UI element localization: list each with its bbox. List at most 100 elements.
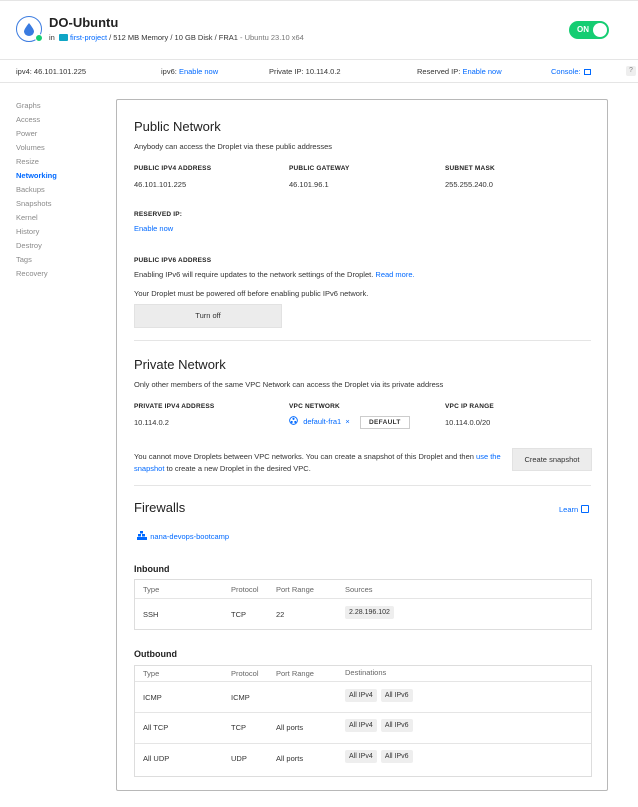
reserved-ip-label: Reserved IP:	[417, 67, 461, 76]
destination-tag: All IPv4	[345, 750, 377, 763]
public-gateway-value: 46.101.96.1	[289, 180, 329, 189]
power-toggle-label: ON	[577, 25, 589, 34]
private-network-description: Only other members of the same VPC Netwo…	[134, 380, 444, 389]
private-ipv4-value: 10.114.0.2	[134, 418, 169, 427]
firewall-icon	[137, 531, 147, 540]
divider	[134, 485, 591, 486]
sidebar-item-power[interactable]: Power	[16, 127, 57, 141]
sidebar-item-recovery[interactable]: Recovery	[16, 267, 57, 281]
vpc-remove-icon[interactable]: ×	[345, 417, 349, 426]
sidebar-item-graphs[interactable]: Graphs	[16, 99, 57, 113]
rule-port-range: All ports	[276, 754, 304, 763]
top-border	[0, 0, 638, 1]
public-ipv6-caption: PUBLIC IPV6 ADDRESS	[134, 257, 212, 264]
sidebar-item-resize[interactable]: Resize	[16, 155, 57, 169]
sidebar-nav: Graphs Access Power Volumes Resize Netwo…	[16, 99, 57, 281]
power-toggle[interactable]: ON	[569, 21, 609, 39]
reserved-ip-enable-link[interactable]: Enable now	[462, 67, 501, 76]
ipv6-enable-link[interactable]: Enable now	[179, 67, 218, 76]
public-network-description: Anybody can access the Droplet via these…	[134, 142, 333, 151]
outbound-rules-table: Type Protocol Port Range Destinations IC…	[134, 665, 592, 777]
ipv6-label: ipv6:	[161, 67, 177, 76]
in-label: in	[49, 33, 55, 42]
rule-destinations: All IPv4 All IPv6	[345, 689, 413, 702]
sidebar-item-destroy[interactable]: Destroy	[16, 239, 57, 253]
outbound-title: Outbound	[134, 649, 177, 659]
ipv4-info: ipv4: 46.101.101.225	[16, 67, 87, 76]
ipv6-info: ipv6: Enable now	[161, 67, 218, 76]
sidebar-item-networking[interactable]: Networking	[16, 169, 57, 183]
folder-icon	[58, 34, 68, 41]
rule-protocol: TCP	[231, 610, 246, 619]
vpc-ip-range-value: 10.114.0.0/20	[445, 418, 491, 427]
rule-destinations: All IPv4 All IPv6	[345, 719, 413, 732]
destination-tag: All IPv4	[345, 719, 377, 732]
help-icon[interactable]: ?	[626, 66, 636, 76]
rule-type: All UDP	[143, 754, 170, 763]
rule-port-range: 22	[276, 610, 285, 619]
divider	[134, 340, 591, 341]
power-off-note: Your Droplet must be powered off before …	[134, 289, 369, 298]
table-row: All TCP TCP All ports All IPv4 All IPv6	[135, 712, 591, 743]
status-dot-icon	[35, 34, 43, 42]
learn-link[interactable]: Learn	[559, 505, 590, 514]
destination-tag: All IPv6	[380, 689, 413, 702]
rule-port-range: All ports	[276, 723, 304, 732]
destination-tag: All IPv6	[380, 750, 413, 763]
create-snapshot-button[interactable]: Create snapshot	[512, 448, 592, 471]
console-link[interactable]: Console:	[551, 67, 591, 76]
rule-type: SSH	[143, 610, 159, 619]
subnet-mask-value: 255.255.240.0	[445, 180, 493, 189]
default-badge: DEFAULT	[360, 416, 410, 429]
external-window-icon	[583, 69, 591, 75]
inbound-title: Inbound	[134, 564, 170, 574]
vpc-note-text-2: to create a new Droplet in the desired V…	[166, 464, 311, 473]
vpc-network-link[interactable]: default-fra1	[303, 417, 341, 426]
reserved-ip-info: Reserved IP: Enable now	[417, 67, 502, 76]
firewalls-title: Firewalls	[134, 500, 186, 515]
sidebar-item-volumes[interactable]: Volumes	[16, 141, 57, 155]
vpc-network-value: default-fra1 × DEFAULT	[289, 416, 410, 429]
table-row: SSH TCP 22 2.28.196.102	[135, 598, 591, 631]
inbound-header-type: Type	[143, 585, 160, 594]
inbound-header-sources: Sources	[345, 585, 373, 594]
read-more-link[interactable]: Read more.	[375, 270, 414, 279]
reserved-ip-enable-link[interactable]: Enable now	[134, 224, 173, 233]
sidebar-item-tags[interactable]: Tags	[16, 253, 57, 267]
destination-tag: All IPv4	[345, 689, 377, 702]
sidebar-item-kernel[interactable]: Kernel	[16, 211, 57, 225]
outbound-header-type: Type	[143, 669, 160, 678]
droplet-title: DO-Ubuntu	[49, 15, 119, 30]
rule-type: ICMP	[143, 693, 162, 702]
rule-type: All TCP	[143, 723, 169, 732]
ipv6-note: Enabling IPv6 will require updates to th…	[134, 270, 415, 279]
sidebar-item-snapshots[interactable]: Snapshots	[16, 197, 57, 211]
droplet-icon	[16, 16, 43, 42]
vpc-ip-range-caption: VPC IP RANGE	[445, 403, 494, 410]
reserved-ip-caption: RESERVED IP:	[134, 211, 183, 218]
turn-off-button[interactable]: Turn off	[134, 304, 282, 328]
networking-panel: Public Network Anybody can access the Dr…	[116, 99, 608, 791]
vpc-move-note: You cannot move Droplets between VPC net…	[134, 451, 504, 475]
private-network-title: Private Network	[134, 357, 226, 372]
toggle-knob	[593, 23, 607, 37]
inbound-header-port-range: Port Range	[276, 585, 314, 594]
droplet-subtitle: in first-project / 512 MB Memory / 10 GB…	[49, 33, 304, 42]
firewall-item[interactable]: nana-devops-bootcamp	[137, 531, 229, 541]
console-label: Console:	[551, 67, 581, 76]
private-ipv4-caption: PRIVATE IPV4 ADDRESS	[134, 403, 215, 410]
public-network-title: Public Network	[134, 119, 221, 134]
sidebar-item-access[interactable]: Access	[16, 113, 57, 127]
rule-protocol: UDP	[231, 754, 247, 763]
rule-protocol: ICMP	[231, 693, 250, 702]
table-row: All UDP UDP All ports All IPv4 All IPv6	[135, 743, 591, 777]
project-link[interactable]: first-project	[70, 33, 107, 42]
learn-label: Learn	[559, 505, 579, 514]
private-ip-info: Private IP: 10.114.0.2	[269, 67, 341, 76]
inbound-header-protocol: Protocol	[231, 585, 259, 594]
outbound-header-protocol: Protocol	[231, 669, 259, 678]
sidebar-item-backups[interactable]: Backups	[16, 183, 57, 197]
public-ipv4-caption: PUBLIC IPV4 ADDRESS	[134, 165, 212, 172]
subnet-mask-caption: SUBNET MASK	[445, 165, 495, 172]
sidebar-item-history[interactable]: History	[16, 225, 57, 239]
